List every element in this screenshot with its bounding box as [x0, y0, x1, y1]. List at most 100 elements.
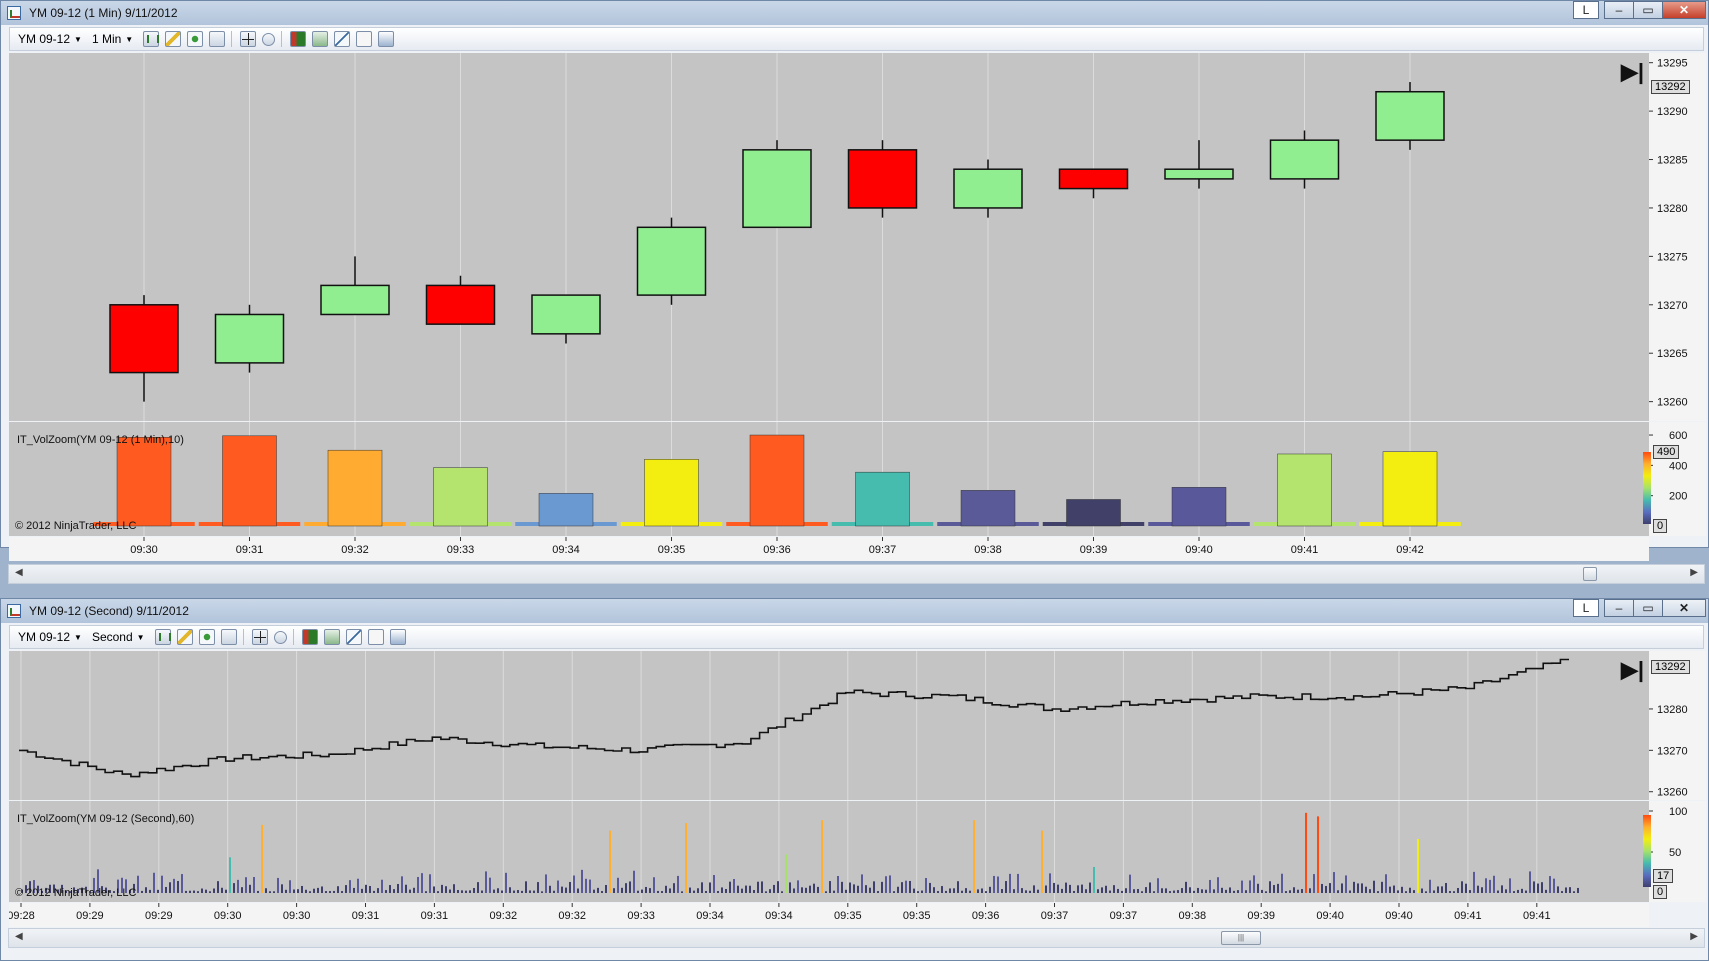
volume-bar — [1461, 881, 1463, 893]
volume-bar — [960, 490, 1016, 527]
strategies-icon[interactable] — [345, 629, 362, 645]
scroll-thumb[interactable] — [1583, 567, 1597, 581]
bottom-horizontal-scrollbar[interactable]: ◀ ||| ▶ — [8, 928, 1705, 948]
drawing-tool-icon[interactable] — [176, 629, 193, 645]
bar-style-icon[interactable] — [143, 31, 160, 47]
volume-bar — [1005, 881, 1007, 893]
volume-bar — [1389, 886, 1391, 893]
maximize-button[interactable]: ▭ — [1633, 599, 1663, 617]
templates-icon[interactable] — [356, 31, 373, 47]
maximize-button[interactable]: ▭ — [1633, 1, 1663, 19]
top-horizontal-scrollbar[interactable]: ◀ ▶ — [8, 564, 1705, 584]
zoom-in-icon[interactable] — [198, 629, 215, 645]
volume-bar — [917, 891, 919, 893]
zoom-out-icon[interactable] — [209, 31, 226, 47]
indicators-icon[interactable] — [312, 31, 329, 47]
volume-bar — [357, 878, 359, 893]
time-tick-label: 09:29 — [76, 910, 104, 922]
volume-bar — [705, 890, 707, 893]
minimize-button[interactable]: – — [1604, 1, 1634, 19]
volume-bar — [1573, 891, 1575, 893]
volume-panel[interactable]: IT_VolZoom(YM 09-12 (1 Min),10) © 2012 N… — [9, 422, 1706, 536]
instrument-overlay-icon[interactable] — [290, 31, 307, 47]
volume-bar — [937, 891, 939, 893]
drawing-tool-icon[interactable] — [165, 31, 182, 47]
volume-bar — [325, 891, 327, 893]
time-tick-label: 09:38 — [1179, 910, 1207, 922]
top-window-titlebar[interactable]: YM 09-12 (1 Min) 9/11/2012 L – ▭ ✕ — [1, 1, 1708, 25]
volume-bar — [1425, 891, 1427, 893]
price-panel[interactable]: ▶| 13295 13290 13285 13280 13275 13270 13265 13… — [9, 53, 1706, 421]
go-to-end-icon[interactable]: ▶| — [1621, 657, 1644, 683]
strategies-icon[interactable] — [334, 31, 351, 47]
volume-bar — [145, 887, 147, 893]
volume-bar — [169, 882, 171, 893]
price-tick-label: 13265 — [1657, 348, 1688, 360]
volume-bar — [457, 890, 459, 893]
volume-bar — [653, 877, 655, 893]
price-plot-area[interactable]: ▶| — [9, 651, 1649, 800]
volume-bar — [849, 882, 851, 893]
scroll-thumb[interactable]: ||| — [1221, 931, 1261, 945]
volume-bar — [749, 434, 805, 527]
volume-bar — [949, 888, 951, 893]
period-label: 1 Min — [91, 32, 122, 46]
volume-plot-area[interactable]: IT_VolZoom(YM 09-12 (1 Min),10) © 2012 N… — [9, 422, 1649, 536]
candle-body — [531, 294, 601, 335]
link-button[interactable]: L — [1573, 1, 1599, 19]
time-tick-label: 09:35 — [903, 910, 931, 922]
volume-bar — [445, 886, 447, 893]
volume-plot-area[interactable]: IT_VolZoom(YM 09-12 (Second),60) © 2012 … — [9, 801, 1649, 902]
instrument-overlay-icon[interactable] — [301, 629, 318, 645]
zoom-in-icon[interactable] — [187, 31, 204, 47]
indicators-icon[interactable] — [323, 629, 340, 645]
window-title: YM 09-12 (1 Min) 9/11/2012 — [29, 6, 178, 20]
scroll-right-icon[interactable]: ▶ — [1690, 567, 1698, 578]
link-button[interactable]: L — [1573, 599, 1599, 617]
volume-bar — [1249, 880, 1251, 893]
volume-bar — [1305, 812, 1307, 893]
scroll-left-icon[interactable]: ◀ — [15, 931, 23, 942]
volume-bar — [433, 886, 435, 893]
bar-style-icon[interactable] — [154, 629, 171, 645]
scroll-left-icon[interactable]: ◀ — [15, 567, 23, 578]
volume-bar — [327, 449, 383, 527]
volume-bar — [265, 888, 267, 893]
properties-icon[interactable] — [378, 31, 395, 47]
properties-icon[interactable] — [389, 629, 406, 645]
volume-bar — [1537, 883, 1539, 893]
magnifier-icon[interactable] — [273, 630, 287, 644]
volume-bar — [533, 890, 535, 893]
magnifier-icon[interactable] — [262, 32, 276, 46]
volume-bar — [1505, 889, 1507, 893]
zoom-out-icon[interactable] — [220, 629, 237, 645]
go-to-end-icon[interactable]: ▶| — [1621, 59, 1644, 85]
price-panel[interactable]: ▶| 13280 13270 13260 13292 — [9, 651, 1706, 800]
volume-bar — [617, 877, 619, 893]
volume-bar — [841, 881, 843, 893]
period-selector[interactable]: 1 Min ▼ — [92, 32, 133, 46]
volume-panel[interactable]: IT_VolZoom(YM 09-12 (Second),60) © 2012 … — [9, 801, 1706, 902]
period-selector[interactable]: Second ▼ — [92, 630, 145, 644]
instrument-selector[interactable]: YM 09-12 ▼ — [18, 32, 82, 46]
minimize-button[interactable]: – — [1604, 599, 1634, 617]
volume-bar — [161, 875, 163, 893]
scroll-right-icon[interactable]: ▶ — [1690, 931, 1698, 942]
templates-icon[interactable] — [367, 629, 384, 645]
crosshair-icon[interactable] — [240, 31, 257, 47]
bottom-window-titlebar[interactable]: YM 09-12 (Second) 9/11/2012 L – ▭ ✕ — [1, 599, 1708, 623]
price-plot-area[interactable]: ▶| — [9, 53, 1649, 421]
close-button[interactable]: ✕ — [1662, 599, 1706, 617]
time-tick-label: 09:30 — [214, 910, 242, 922]
volume-bar — [1301, 889, 1303, 893]
volume-bar — [1549, 876, 1551, 893]
close-button[interactable]: ✕ — [1662, 1, 1706, 19]
volume-bar — [1297, 889, 1299, 893]
volume-bar — [1377, 891, 1379, 893]
time-tick-label: 09:41 — [1454, 910, 1482, 922]
crosshair-icon[interactable] — [251, 629, 268, 645]
volume-bar — [905, 880, 907, 893]
volume-bar — [473, 888, 475, 893]
instrument-selector[interactable]: YM 09-12 ▼ — [18, 630, 82, 644]
volume-bar — [141, 890, 143, 893]
